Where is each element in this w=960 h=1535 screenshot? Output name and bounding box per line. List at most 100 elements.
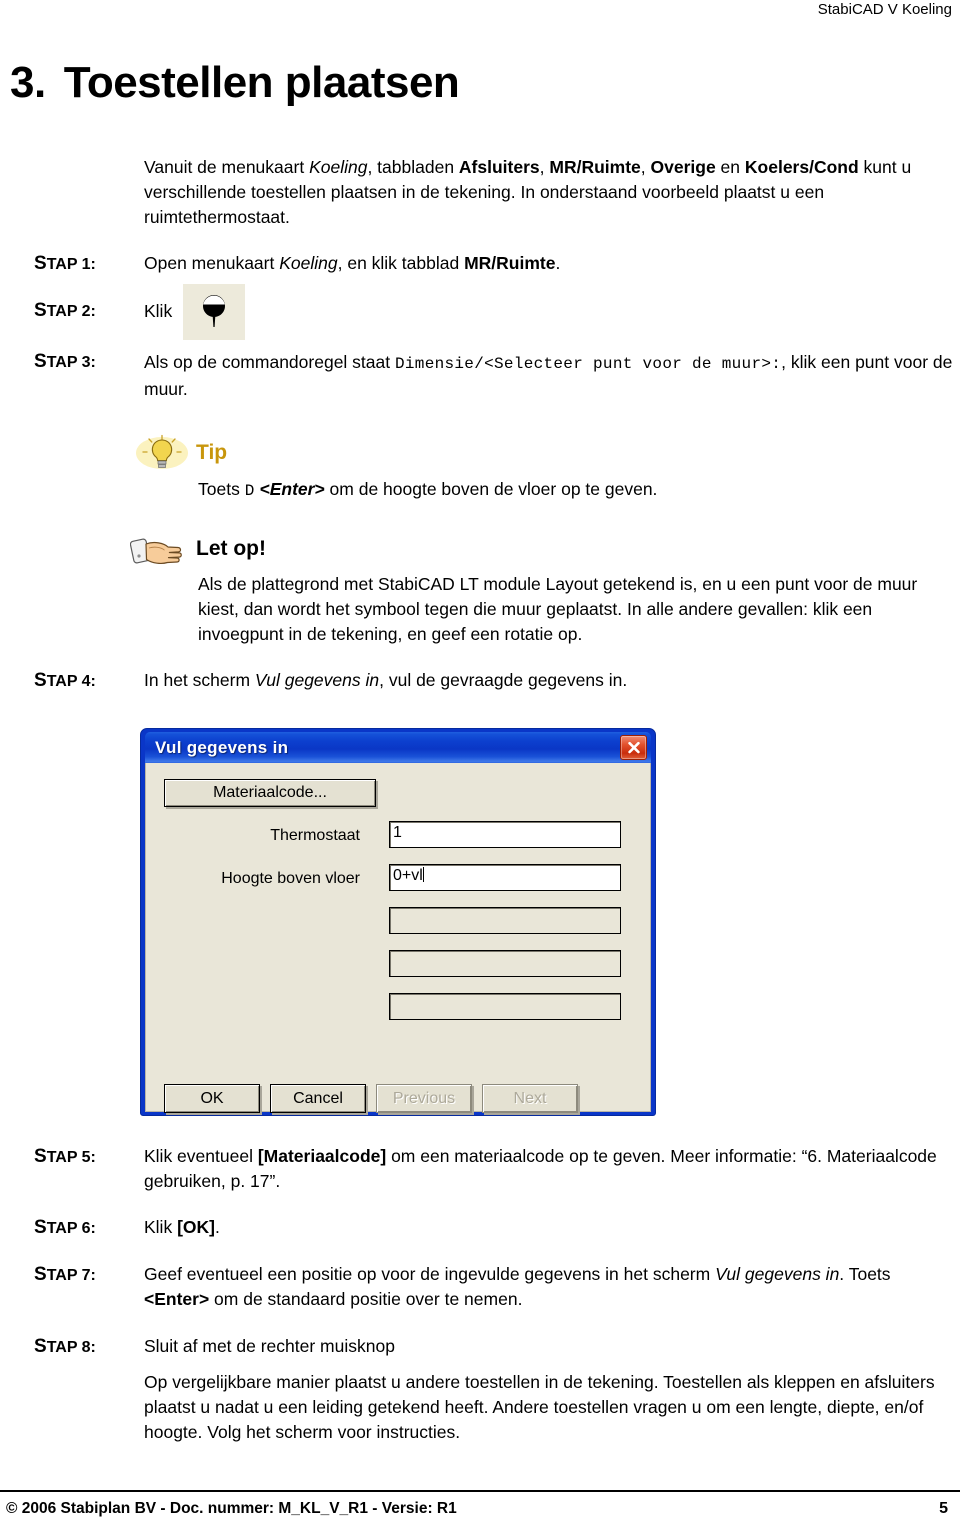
- intro-sep-3: en: [715, 157, 745, 177]
- intro-text-a: Vanuit de menukaart: [144, 157, 310, 177]
- step-label-7-cap: S: [34, 1264, 47, 1285]
- dialog-title: Vul gegevens in: [155, 737, 289, 757]
- step-label-5: STAP 5:: [34, 1146, 96, 1168]
- step8-extra-text: Op vergelijkbare manier plaatst u andere…: [144, 1372, 935, 1442]
- footer-page-number: 5: [939, 1500, 948, 1517]
- lightbulb-icon: [132, 434, 192, 472]
- running-header: StabiCAD V Koeling: [0, 0, 960, 20]
- step6-text-a: Klik: [144, 1217, 178, 1237]
- ok-button[interactable]: OK: [164, 1084, 260, 1113]
- field-input-thermostaat[interactable]: 1: [389, 821, 621, 848]
- step-label-8: STAP 8:: [34, 1336, 96, 1358]
- field-input-empty-3[interactable]: [389, 993, 621, 1020]
- tip-body: Toets D <Enter> om de hoogte boven de vl…: [198, 477, 954, 504]
- tip-text-a: Toets: [198, 479, 245, 499]
- step-body-4: In het scherm Vul gegevens in, vul de ge…: [144, 668, 956, 693]
- dialog-client-area: Materiaalcode... Thermostaat 1 Hoogte bo…: [145, 763, 651, 1113]
- step-label-1: STAP 1:: [34, 253, 96, 275]
- step3-commandline-prompt: Dimensie/<Selecteer punt voor de muur>:: [394, 355, 782, 373]
- step-label-6: STAP 6:: [34, 1217, 96, 1239]
- intro-tab-mr-ruimte: MR/Ruimte: [549, 157, 641, 177]
- previous-button: Previous: [376, 1084, 472, 1113]
- step-body-2: Klik: [144, 299, 956, 324]
- intro-sep-2: ,: [640, 157, 651, 177]
- step1-text-b: , en klik tabblad: [337, 253, 465, 273]
- step-label-2: STAP 2:: [34, 300, 96, 322]
- tip-text-c: om de hoogte boven de vloer op te geven.: [324, 479, 658, 499]
- materiaalcode-button[interactable]: Materiaalcode...: [164, 779, 376, 807]
- note-body-text: Als de plattegrond met StabiCAD LT modul…: [198, 574, 918, 644]
- chapter-title-text: Toestellen plaatsen: [63, 58, 460, 107]
- intro-sep-1: ,: [539, 157, 550, 177]
- intro-paragraph: Vanuit de menukaart Koeling, tabbladen A…: [144, 155, 956, 230]
- step6-text-b: .: [214, 1217, 220, 1237]
- field-input-hoogte-boven-vloer[interactable]: 0+vl: [389, 864, 621, 891]
- tip-key-enter: <Enter>: [259, 479, 325, 499]
- pointing-hand-glyph: [129, 538, 182, 564]
- step-body-1: Open menukaart Koeling, en klik tabblad …: [144, 251, 956, 276]
- running-header-text: StabiCAD V Koeling: [817, 1, 952, 18]
- tip-heading: Tip: [196, 440, 227, 466]
- step-label-5-rest: TAP 5:: [46, 1149, 96, 1166]
- step-body-3: Als op de commandoregel staat Dimensie/<…: [144, 350, 956, 402]
- thermostat-symbol-icon[interactable]: [183, 284, 245, 340]
- step4-dialog-name: Vul gegevens in: [254, 670, 380, 690]
- intro-tab-afsluiters: Afsluiters: [458, 157, 540, 177]
- step5-text-a: Klik eventueel: [144, 1146, 258, 1166]
- step-label-8-rest: TAP 8:: [46, 1339, 96, 1356]
- cancel-button[interactable]: Cancel: [270, 1084, 366, 1113]
- intro-menu-koeling: Koeling: [309, 157, 368, 177]
- close-x-glyph: [627, 741, 640, 753]
- chapter-number: 3.: [10, 58, 46, 107]
- step-label-7-rest: TAP 7:: [46, 1267, 96, 1284]
- next-button: Next: [482, 1084, 578, 1113]
- step4-text-a: In het scherm: [144, 670, 255, 690]
- step-label-8-cap: S: [34, 1336, 47, 1357]
- step1-menu-koeling: Koeling: [279, 253, 338, 273]
- field-input-empty-2[interactable]: [389, 950, 621, 977]
- step7-enter-key: <Enter>: [144, 1289, 210, 1309]
- step-label-6-rest: TAP 6:: [46, 1220, 96, 1237]
- step7-text-b: . Toets: [839, 1264, 891, 1284]
- tip-heading-text: Tip: [196, 441, 228, 464]
- step5-materiaalcode-ref: [Materiaalcode]: [257, 1146, 387, 1166]
- step6-ok-ref: [OK]: [177, 1217, 215, 1237]
- field-input-empty-1[interactable]: [389, 907, 621, 934]
- step7-text-a: Geef eventueel een positie op voor de in…: [144, 1264, 716, 1284]
- step-label-2-cap: S: [34, 300, 47, 321]
- step-label-2-rest: TAP 2:: [46, 303, 96, 320]
- step7-text-c: om de standaard positie over te nemen.: [209, 1289, 523, 1309]
- step-label-3-rest: TAP 3:: [46, 354, 96, 371]
- step-body-7: Geef eventueel een positie op voor de in…: [144, 1262, 956, 1312]
- step1-tab-mr-ruimte: MR/Ruimte: [464, 253, 556, 273]
- step-label-4-rest: TAP 4:: [46, 673, 96, 690]
- step1-text-a: Open menukaart: [144, 253, 280, 273]
- close-icon[interactable]: [620, 735, 647, 760]
- step4-text-b: , vul de gevraagde gegevens in.: [379, 670, 628, 690]
- intro-tab-overige: Overige: [650, 157, 716, 177]
- step-label-6-cap: S: [34, 1217, 47, 1238]
- step1-text-c: .: [555, 253, 561, 273]
- footer-copyright: © 2006 Stabiplan BV - Doc. nummer: M_KL_…: [6, 1500, 457, 1517]
- step-label-7: STAP 7:: [34, 1264, 96, 1286]
- field-label-hoogte-boven-vloer: Hoogte boven vloer: [221, 870, 360, 887]
- step7-dialog-name: Vul gegevens in: [715, 1264, 840, 1284]
- field-label-thermostaat: Thermostaat: [270, 827, 360, 844]
- step-label-4: STAP 4:: [34, 670, 96, 692]
- thermostat-symbol-glyph: [202, 295, 225, 327]
- lightbulb-glyph: [136, 434, 188, 469]
- footer-divider: [0, 1490, 960, 1492]
- step-label-3: STAP 3:: [34, 351, 96, 373]
- note-body: Als de plattegrond met StabiCAD LT modul…: [198, 572, 954, 647]
- step-body-6: Klik [OK].: [144, 1215, 956, 1240]
- note-heading: Let op!: [196, 536, 266, 562]
- dialog-titlebar[interactable]: Vul gegevens in: [145, 732, 651, 763]
- vul-gegevens-in-dialog: Vul gegevens in Materiaalcode... Thermos…: [140, 728, 656, 1116]
- step-label-5-cap: S: [34, 1146, 47, 1167]
- step-body-8-extra: Op vergelijkbare manier plaatst u andere…: [144, 1370, 956, 1445]
- text-caret: [422, 867, 424, 882]
- step-body-8: Sluit af met de rechter muisknop: [144, 1334, 956, 1359]
- step-label-3-cap: S: [34, 351, 47, 372]
- tip-key-d: D: [244, 482, 255, 500]
- step-body-5: Klik eventueel [Materiaalcode] om een ma…: [144, 1144, 956, 1194]
